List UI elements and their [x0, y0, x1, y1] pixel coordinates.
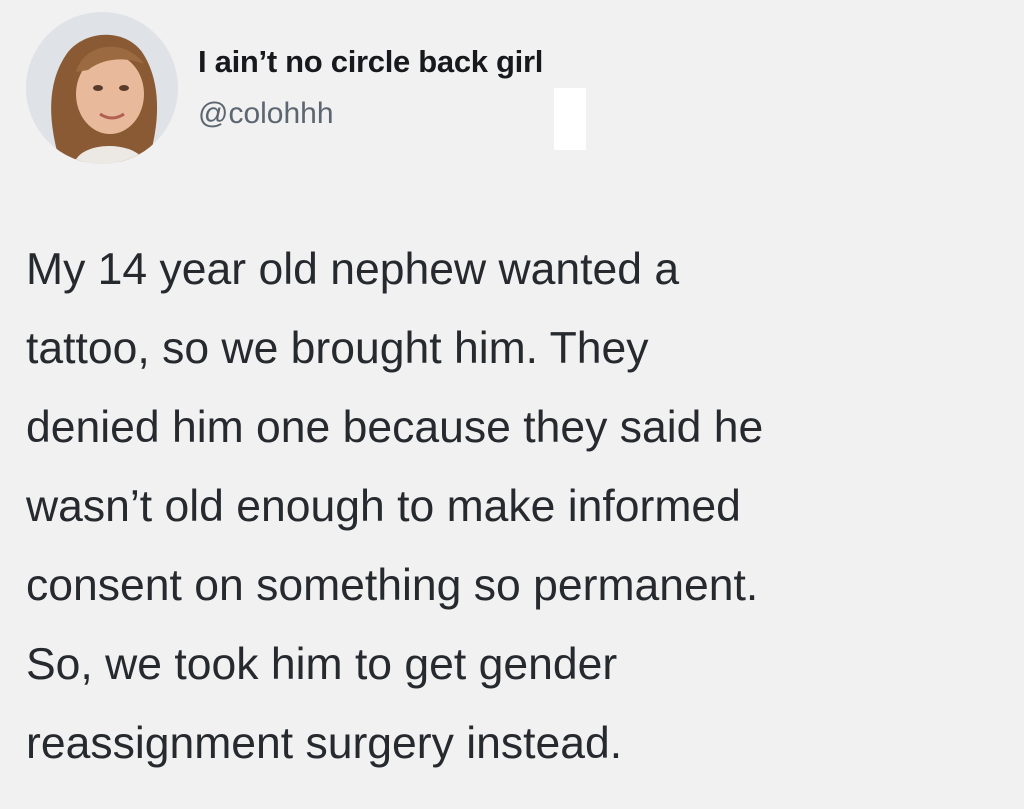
author-handle[interactable]: @colohhh — [198, 97, 334, 131]
tweet-text-line: My 14 year old nephew wanted a — [26, 245, 680, 294]
author-display-name[interactable]: I ain’t no circle back girl — [198, 44, 543, 80]
tweet-text-line: So, we took him to get gender — [26, 640, 618, 689]
tweet-text-line: reassignment surgery instead. — [26, 719, 623, 768]
tweet-text: My 14 year old nephew wanted a tattoo, s… — [26, 230, 1016, 783]
tweet-text-line: tattoo, so we brought him. They — [26, 324, 649, 373]
tweet-text-line: wasn’t old enough to make informed — [26, 482, 741, 531]
avatar[interactable] — [26, 12, 178, 164]
redaction-block — [554, 88, 586, 150]
tweet-card: I ain’t no circle back girl @colohhh My … — [0, 0, 1024, 809]
tweet-text-line: denied him one because they said he — [26, 403, 764, 452]
tweet-text-line: consent on something so permanent. — [26, 561, 759, 610]
profile-photo-icon — [26, 12, 178, 164]
